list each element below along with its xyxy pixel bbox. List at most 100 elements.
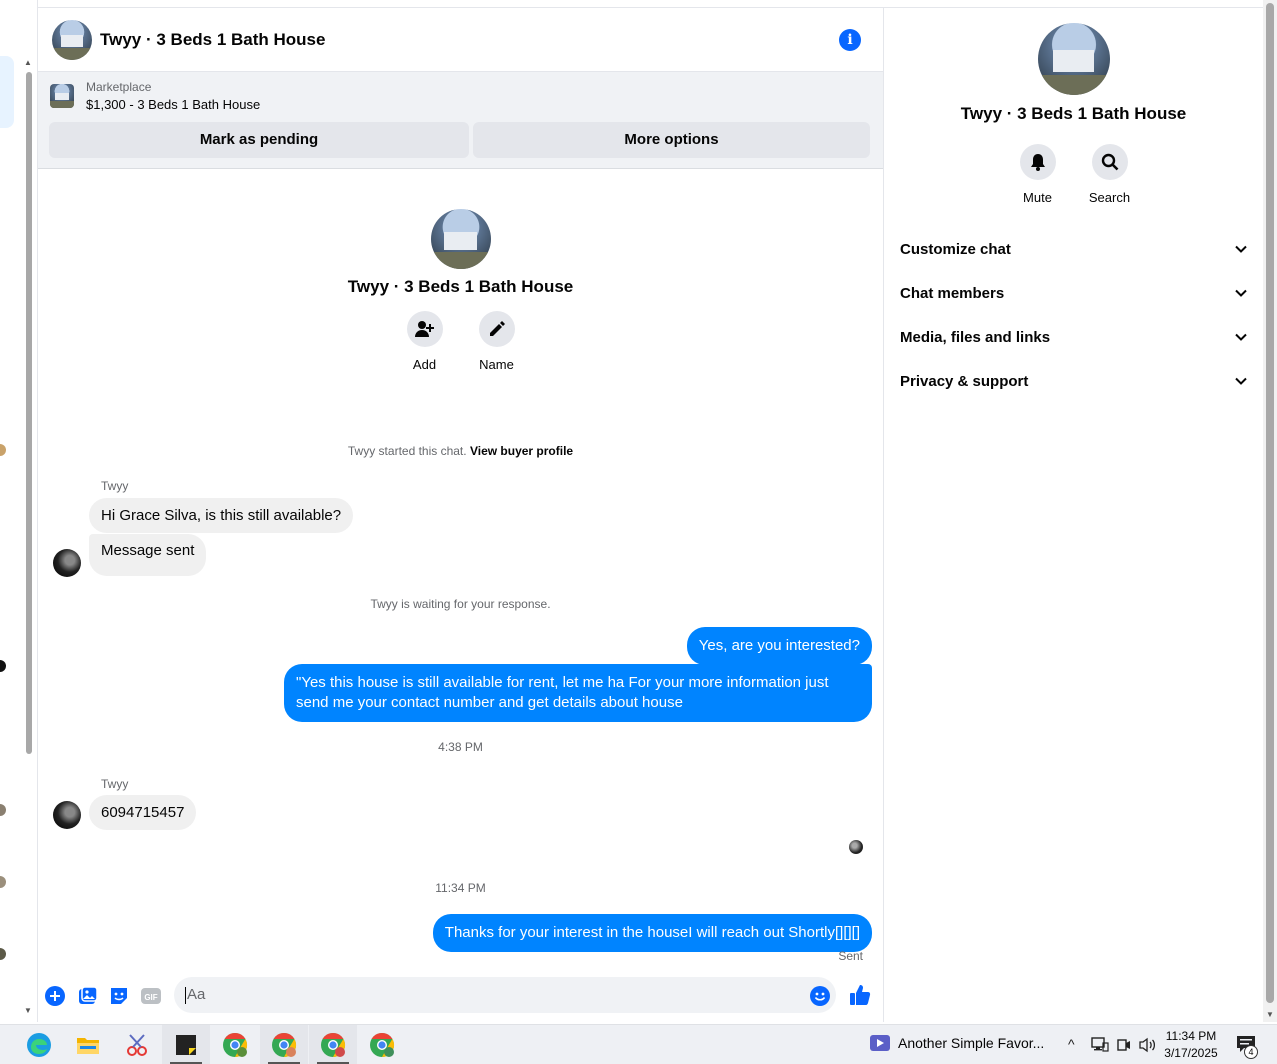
- house-avatar[interactable]: [52, 19, 92, 60]
- listing-title[interactable]: $1,300 - 3 Beds 1 Bath House: [86, 97, 260, 112]
- details-name: Twyy · 3 Beds 1 Bath House: [960, 104, 1187, 123]
- avatar[interactable]: [53, 801, 81, 829]
- add-person-icon: [406, 311, 443, 347]
- bell-icon: [1019, 144, 1056, 180]
- conversation-avatar[interactable]: [0, 948, 6, 960]
- scroll-thumb[interactable]: [1266, 3, 1274, 1003]
- conversation-avatar[interactable]: [0, 660, 6, 672]
- search-icon: [1091, 144, 1128, 180]
- page-scrollbar[interactable]: ▼: [1263, 0, 1277, 1022]
- add-people-button[interactable]: Add: [406, 311, 444, 372]
- add-label: Add: [412, 357, 437, 372]
- scroll-down-arrow-icon[interactable]: ▼: [24, 1006, 32, 1015]
- chat-title[interactable]: Twyy · 3 Beds 1 Bath House: [100, 30, 325, 50]
- chat-intro: Twyy · 3 Beds 1 Bath House Add Name: [38, 209, 883, 372]
- clock-time: 11:34 PM: [1165, 1029, 1217, 1043]
- chat-members-section[interactable]: Chat members: [900, 271, 1247, 315]
- marketplace-label: Marketplace: [86, 80, 152, 94]
- emoji-icon[interactable]: [810, 986, 830, 1006]
- notification-count: 4: [1244, 1045, 1258, 1059]
- mute-label: Mute: [1023, 190, 1052, 205]
- house-avatar[interactable]: [1037, 23, 1110, 95]
- customize-chat-section[interactable]: Customize chat: [900, 227, 1247, 271]
- conversation-avatar[interactable]: [0, 804, 6, 816]
- view-buyer-profile-link[interactable]: View buyer profile: [470, 444, 573, 458]
- marketplace-banner: Marketplace $1,300 - 3 Beds 1 Bath House…: [38, 72, 883, 169]
- network-icon[interactable]: [1091, 1037, 1109, 1053]
- chevron-up-icon[interactable]: ^: [1068, 1036, 1075, 1052]
- seen-indicator: [849, 840, 863, 854]
- chrome-profile-icon[interactable]: [358, 1025, 406, 1064]
- chevron-down-icon: [1235, 333, 1247, 341]
- snipping-tool-icon[interactable]: [113, 1025, 161, 1064]
- pencil-icon: [478, 311, 515, 347]
- chevron-down-icon: [1235, 245, 1247, 253]
- media-files-links-section[interactable]: Media, files and links: [900, 315, 1247, 359]
- conversation-avatar[interactable]: [0, 876, 6, 888]
- selected-conversation-indicator: [0, 56, 14, 128]
- incoming-message[interactable]: 6094715457: [89, 795, 197, 830]
- chat-started-text: Twyy started this chat.: [347, 444, 467, 458]
- scroll-thumb[interactable]: [26, 72, 32, 754]
- clock-date: 3/17/2025: [1164, 1046, 1218, 1060]
- sender-name: Twyy: [101, 479, 129, 493]
- chat-intro-name: Twyy · 3 Beds 1 Bath House: [347, 277, 574, 296]
- scroll-up-arrow-icon[interactable]: ▲: [24, 58, 32, 67]
- svg-text:GIF: GIF: [144, 993, 157, 1002]
- chrome-profile-icon[interactable]: [260, 1025, 308, 1064]
- thumbs-up-icon[interactable]: [849, 984, 871, 1006]
- message-status: Sent: [838, 949, 863, 963]
- sticky-notes-icon[interactable]: [162, 1025, 210, 1064]
- chevron-down-icon: [1235, 289, 1247, 297]
- chrome-icon[interactable]: [211, 1025, 259, 1064]
- name-label: Name: [479, 357, 514, 372]
- message-input[interactable]: Aa: [174, 977, 836, 1013]
- incoming-message[interactable]: Hi Grace Silva, is this still available?: [89, 498, 354, 533]
- section-label: Media, files and links: [900, 328, 1051, 346]
- house-avatar: [430, 209, 491, 269]
- mark-as-pending-button[interactable]: Mark as pending: [49, 122, 469, 158]
- mute-button[interactable]: Mute: [1019, 144, 1056, 205]
- search-button[interactable]: Search: [1089, 144, 1130, 205]
- outgoing-message[interactable]: "Yes this house is still available for r…: [284, 664, 872, 722]
- media-widget[interactable]: Another Simple Favor...: [870, 1035, 1044, 1051]
- chat-started-notice: Twyy started this chat. View buyer profi…: [38, 444, 883, 458]
- scroll-down-arrow-icon[interactable]: ▼: [1266, 1010, 1274, 1019]
- conversation-avatar[interactable]: [0, 444, 6, 456]
- info-icon[interactable]: i: [839, 29, 861, 51]
- volume-icon[interactable]: [1139, 1037, 1157, 1053]
- section-label: Chat members: [900, 284, 1005, 302]
- privacy-support-section[interactable]: Privacy & support: [900, 359, 1247, 403]
- more-options-button[interactable]: More options: [473, 122, 870, 158]
- waiting-notice: Twyy is waiting for your response.: [370, 597, 551, 611]
- chat-header: Twyy · 3 Beds 1 Bath House i: [38, 8, 883, 72]
- avatar[interactable]: [53, 549, 81, 577]
- media-player-icon: [870, 1035, 890, 1051]
- composer: GIF Aa: [38, 975, 883, 1015]
- text-caret: [185, 986, 186, 1004]
- timestamp: 11:34 PM: [435, 881, 486, 895]
- sticker-icon[interactable]: [109, 986, 129, 1006]
- file-explorer-icon[interactable]: [64, 1025, 112, 1064]
- rename-button[interactable]: Name: [478, 311, 516, 372]
- gif-icon[interactable]: GIF: [141, 986, 161, 1006]
- timestamp: 4:38 PM: [438, 740, 483, 754]
- section-label: Privacy & support: [900, 372, 1029, 390]
- conversation-details-panel: Twyy · 3 Beds 1 Bath House Mute Search C…: [883, 7, 1263, 1022]
- outgoing-message[interactable]: Thanks for your interest in the houseI w…: [432, 914, 872, 952]
- photo-icon[interactable]: [78, 986, 98, 1006]
- search-label: Search: [1088, 190, 1131, 205]
- sidebar-scrollbar[interactable]: ▲ ▼: [22, 56, 36, 1020]
- incoming-message[interactable]: Message sent: [89, 534, 207, 576]
- chrome-profile-icon[interactable]: [309, 1025, 357, 1064]
- system-clock[interactable]: 11:34 PM 3/17/2025: [1160, 1028, 1222, 1062]
- message-input-placeholder: Aa: [187, 986, 206, 1003]
- listing-thumbnail[interactable]: [50, 84, 74, 108]
- left-sidebar-edge: ▲ ▼: [0, 0, 38, 1022]
- plus-circle-icon[interactable]: [45, 986, 65, 1006]
- media-title: Another Simple Favor...: [898, 1035, 1045, 1051]
- meet-now-icon[interactable]: [1116, 1037, 1132, 1053]
- edge-app-icon[interactable]: [15, 1025, 63, 1064]
- outgoing-message[interactable]: Yes, are you interested?: [686, 627, 872, 665]
- sender-name: Twyy: [101, 777, 129, 791]
